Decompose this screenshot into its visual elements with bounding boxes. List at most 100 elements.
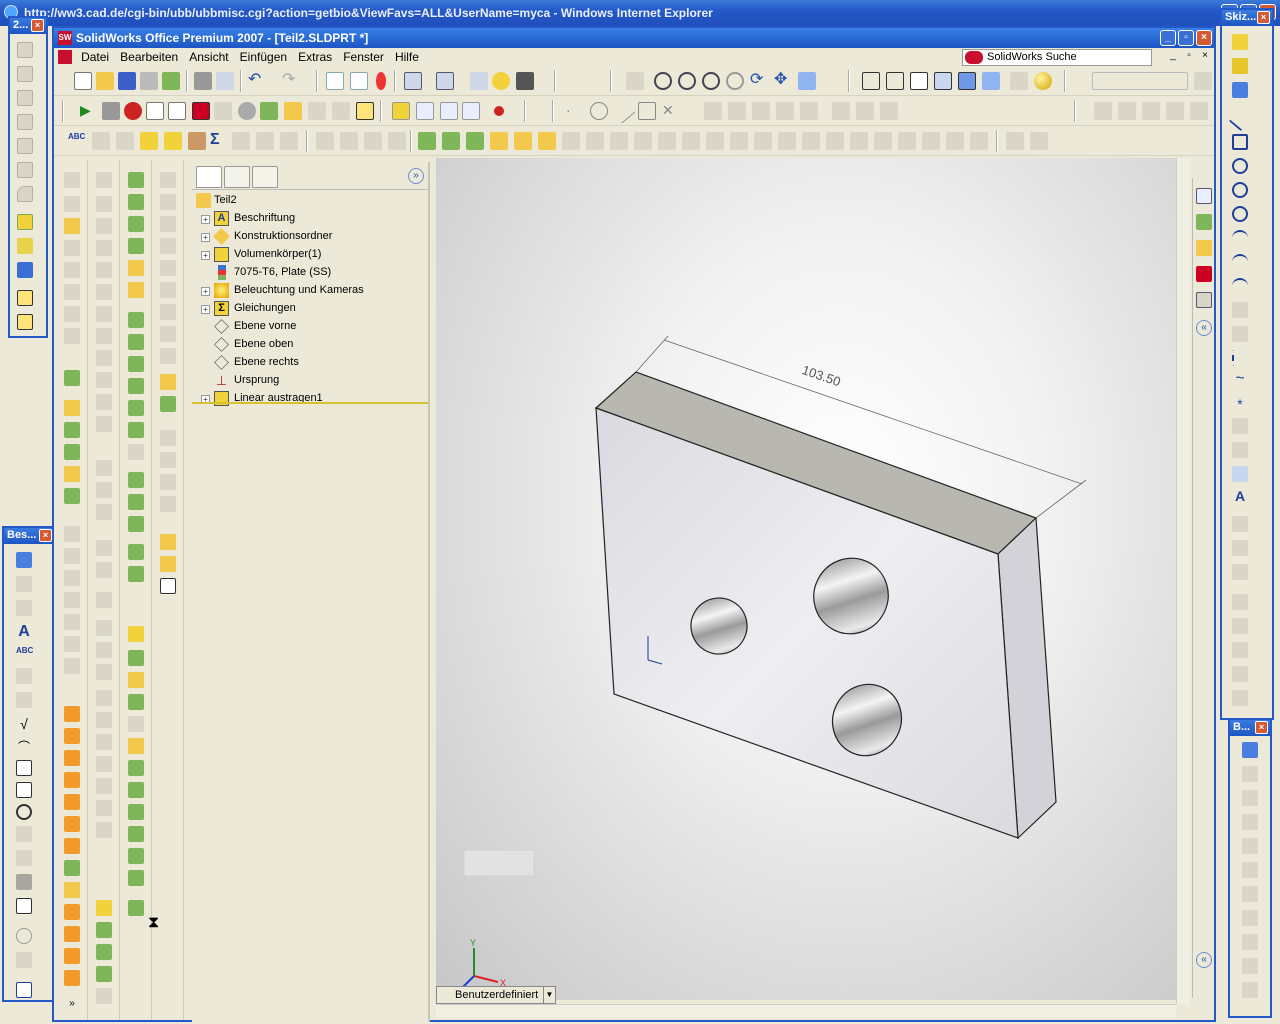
- appearances-icon[interactable]: [1196, 292, 1212, 308]
- feature-icon[interactable]: [128, 472, 144, 488]
- feature-icon[interactable]: [96, 800, 112, 816]
- feature-icon[interactable]: [128, 260, 144, 276]
- feature-icon[interactable]: [128, 544, 144, 560]
- document-menu-icon[interactable]: [58, 50, 72, 64]
- floating-toolbar-sketch[interactable]: Skiz... × ~ * A: [1220, 8, 1274, 720]
- home-icon[interactable]: [1196, 188, 1212, 204]
- feature-icon[interactable]: [64, 488, 80, 504]
- feature-tool-icon[interactable]: [514, 132, 532, 150]
- feature-icon[interactable]: [128, 172, 144, 188]
- tree-root[interactable]: Teil2: [192, 192, 428, 210]
- feature-icon[interactable]: [64, 794, 80, 810]
- feature-icon[interactable]: [1142, 102, 1160, 120]
- feature-tool-icon[interactable]: [538, 132, 556, 150]
- configuration-dropdown[interactable]: [1092, 72, 1188, 90]
- grid-icon[interactable]: [404, 72, 422, 90]
- doc-close-button[interactable]: ×: [1198, 49, 1212, 63]
- feature-icon[interactable]: [128, 626, 144, 642]
- feature-icon[interactable]: [96, 966, 112, 982]
- feature-icon[interactable]: [128, 782, 144, 798]
- feature-icon[interactable]: [96, 372, 112, 388]
- feature-icon[interactable]: [64, 772, 80, 788]
- feature-icon[interactable]: [160, 452, 176, 468]
- feature-icon[interactable]: [128, 238, 144, 254]
- point-icon[interactable]: [440, 102, 458, 120]
- feature-icon[interactable]: [64, 444, 80, 460]
- part-icon[interactable]: [17, 290, 33, 306]
- part-icon[interactable]: [332, 102, 350, 120]
- tree-node-ebene-rechts[interactable]: Ebene rechts: [192, 354, 428, 372]
- balloon-icon[interactable]: [16, 600, 32, 616]
- sketch-tool-icon[interactable]: [728, 102, 746, 120]
- feature-tool-icon[interactable]: [1006, 132, 1024, 150]
- feature-icon[interactable]: [64, 838, 80, 854]
- shape-icon[interactable]: [17, 186, 33, 202]
- print-icon[interactable]: [140, 72, 158, 90]
- relation-icon[interactable]: [1232, 618, 1248, 634]
- feature-icon[interactable]: [64, 592, 80, 608]
- tab-featuremanager[interactable]: [196, 166, 222, 188]
- close-icon[interactable]: ×: [39, 529, 52, 542]
- spline-icon[interactable]: ~: [1232, 371, 1248, 388]
- feature-icon[interactable]: [160, 578, 176, 594]
- expand-icon[interactable]: +: [201, 287, 210, 296]
- measure-icon[interactable]: [92, 132, 110, 150]
- feature-icon[interactable]: [96, 482, 112, 498]
- block-icon[interactable]: [16, 898, 32, 914]
- feature-icon[interactable]: [96, 540, 112, 556]
- feature-icon[interactable]: [1166, 102, 1184, 120]
- dimension-icon[interactable]: [1242, 958, 1258, 974]
- feature-icon[interactable]: [96, 350, 112, 366]
- dimension-icon[interactable]: [1242, 934, 1258, 950]
- box-icon[interactable]: [17, 138, 33, 154]
- close-icon[interactable]: ×: [1255, 721, 1268, 734]
- sketch-icon[interactable]: [392, 102, 410, 120]
- resources-icon[interactable]: [1196, 214, 1212, 230]
- feature-icon[interactable]: [160, 326, 176, 342]
- record-macro-icon[interactable]: [124, 102, 142, 120]
- expand-icon[interactable]: +: [201, 215, 210, 224]
- plugin-icon[interactable]: [260, 102, 278, 120]
- filter-icon[interactable]: [364, 132, 382, 150]
- feature-icon[interactable]: [128, 400, 144, 416]
- design-library-icon[interactable]: [1196, 240, 1212, 256]
- feature-tool-icon[interactable]: [586, 132, 604, 150]
- feature-icon[interactable]: [64, 306, 80, 322]
- feature-icon[interactable]: [64, 284, 80, 300]
- solidworks-search-input[interactable]: SolidWorks Suche: [962, 49, 1152, 66]
- stop-macro-icon[interactable]: [102, 102, 120, 120]
- feature-icon[interactable]: [1190, 102, 1208, 120]
- hatch-icon[interactable]: [16, 874, 32, 890]
- dimension-icon[interactable]: [1242, 886, 1258, 902]
- circle-icon[interactable]: [1232, 158, 1248, 174]
- wireframe-icon[interactable]: [862, 72, 880, 90]
- tree-node-ebene-vorne[interactable]: Ebene vorne: [192, 318, 428, 336]
- hidden-lines-removed-icon[interactable]: [910, 72, 928, 90]
- zoom-selection-icon[interactable]: [726, 72, 744, 90]
- box-icon[interactable]: [17, 114, 33, 130]
- feature-icon[interactable]: [64, 658, 80, 674]
- feature-tool-icon[interactable]: [418, 132, 436, 150]
- feature-icon[interactable]: [160, 304, 176, 320]
- feature-icon[interactable]: [128, 516, 144, 532]
- feature-icon[interactable]: [96, 196, 112, 212]
- feature-tool-icon[interactable]: [754, 132, 772, 150]
- feature-icon[interactable]: [64, 466, 80, 482]
- box-icon[interactable]: [17, 162, 33, 178]
- spellcheck-icon[interactable]: ABC: [68, 132, 86, 150]
- view-orientation-dropdown[interactable]: Benutzerdefiniert ▼: [436, 986, 556, 1004]
- expand-icon[interactable]: +: [201, 233, 210, 242]
- line-icon[interactable]: [1228, 108, 1252, 132]
- floating-toolbar-dimensions[interactable]: B... ×: [1228, 718, 1272, 1018]
- circle-icon[interactable]: [1232, 182, 1248, 198]
- feature-icon[interactable]: [64, 196, 80, 212]
- feature-icon[interactable]: [64, 882, 80, 898]
- feature-icon[interactable]: [160, 216, 176, 232]
- sw-close-button[interactable]: ×: [1196, 30, 1212, 46]
- menu-fenster[interactable]: Fenster: [339, 48, 388, 66]
- relation-icon[interactable]: [1232, 690, 1248, 706]
- edit-macro-icon[interactable]: [168, 102, 186, 120]
- tree-node-beleuchtung[interactable]: + Beleuchtung und Kameras: [192, 282, 428, 300]
- feature-icon[interactable]: [96, 690, 112, 706]
- analysis-icon[interactable]: [280, 132, 298, 150]
